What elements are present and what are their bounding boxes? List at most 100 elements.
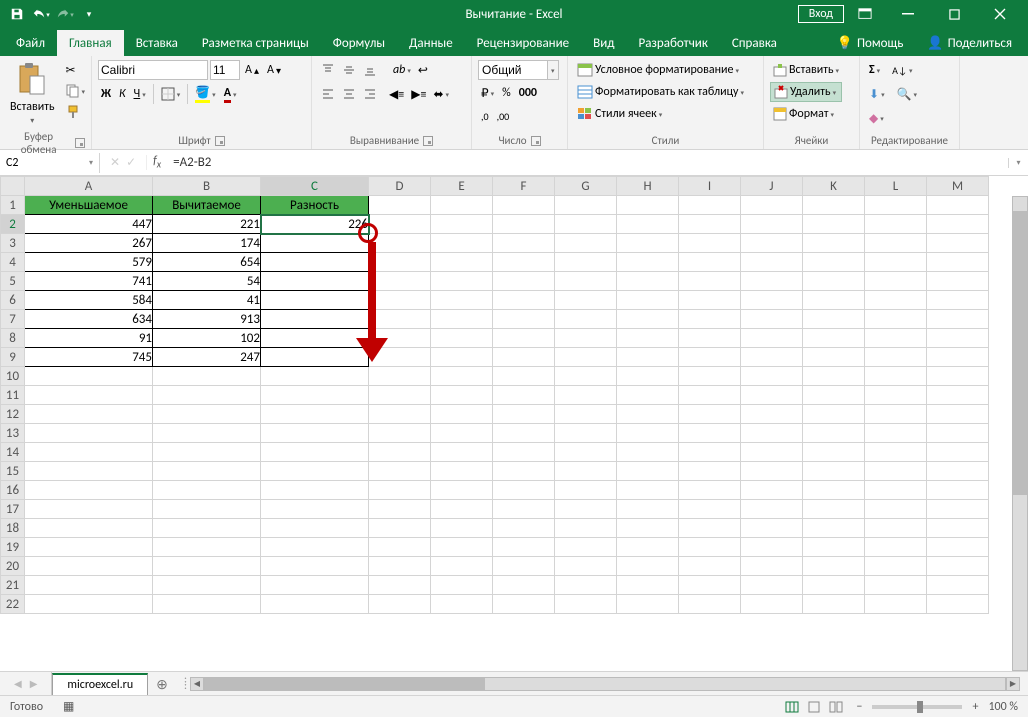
cell-H10[interactable]: [617, 367, 679, 386]
number-launcher[interactable]: [531, 136, 541, 146]
cell-L11[interactable]: [865, 386, 927, 405]
cell-C15[interactable]: [261, 462, 369, 481]
cell-A18[interactable]: [25, 519, 153, 538]
cell-J18[interactable]: [741, 519, 803, 538]
cell-B18[interactable]: [153, 519, 261, 538]
cell-K4[interactable]: [803, 253, 865, 272]
cell-F4[interactable]: [493, 253, 555, 272]
cell-M1[interactable]: [927, 196, 989, 215]
tab-вставка[interactable]: Вставка: [124, 30, 190, 56]
cell-E20[interactable]: [431, 557, 493, 576]
cell-A4[interactable]: 579: [25, 253, 153, 272]
cell-J19[interactable]: [741, 538, 803, 557]
col-header-F[interactable]: F: [493, 177, 555, 196]
cell-E13[interactable]: [431, 424, 493, 443]
cell-G12[interactable]: [555, 405, 617, 424]
cell-H20[interactable]: [617, 557, 679, 576]
cell-M5[interactable]: [927, 272, 989, 291]
cell-K1[interactable]: [803, 196, 865, 215]
col-header-H[interactable]: H: [617, 177, 679, 196]
cell-K6[interactable]: [803, 291, 865, 310]
cell-B14[interactable]: [153, 443, 261, 462]
cell-B9[interactable]: 247: [153, 348, 261, 367]
cell-A3[interactable]: 267: [25, 234, 153, 253]
align-center-button[interactable]: [339, 84, 359, 104]
cell-J7[interactable]: [741, 310, 803, 329]
select-all-cell[interactable]: [1, 177, 25, 196]
cell-E2[interactable]: [431, 215, 493, 234]
cell-B17[interactable]: [153, 500, 261, 519]
cell-D10[interactable]: [369, 367, 431, 386]
cell-M20[interactable]: [927, 557, 989, 576]
cell-G14[interactable]: [555, 443, 617, 462]
cell-A16[interactable]: [25, 481, 153, 500]
row-header-4[interactable]: 4: [1, 253, 25, 272]
row-header-2[interactable]: 2: [1, 215, 25, 234]
cell-H17[interactable]: [617, 500, 679, 519]
cell-D19[interactable]: [369, 538, 431, 557]
autosum-button[interactable]: Σ▾: [866, 60, 883, 80]
cell-M18[interactable]: [927, 519, 989, 538]
cell-B11[interactable]: [153, 386, 261, 405]
cell-M2[interactable]: [927, 215, 989, 234]
cell-B20[interactable]: [153, 557, 261, 576]
cell-K10[interactable]: [803, 367, 865, 386]
cell-A7[interactable]: 634: [25, 310, 153, 329]
cell-E12[interactable]: [431, 405, 493, 424]
wrap-text-button[interactable]: ↩: [415, 60, 431, 80]
cell-F22[interactable]: [493, 595, 555, 614]
cell-L2[interactable]: [865, 215, 927, 234]
cell-K15[interactable]: [803, 462, 865, 481]
cell-F1[interactable]: [493, 196, 555, 215]
cell-E22[interactable]: [431, 595, 493, 614]
cell-E19[interactable]: [431, 538, 493, 557]
cell-A5[interactable]: 741: [25, 272, 153, 291]
cell-I8[interactable]: [679, 329, 741, 348]
cell-F16[interactable]: [493, 481, 555, 500]
cell-D14[interactable]: [369, 443, 431, 462]
cell-A19[interactable]: [25, 538, 153, 557]
cell-K22[interactable]: [803, 595, 865, 614]
row-header-6[interactable]: 6: [1, 291, 25, 310]
row-header-20[interactable]: 20: [1, 557, 25, 576]
cell-M17[interactable]: [927, 500, 989, 519]
cell-I14[interactable]: [679, 443, 741, 462]
cell-G7[interactable]: [555, 310, 617, 329]
cell-E17[interactable]: [431, 500, 493, 519]
cell-K3[interactable]: [803, 234, 865, 253]
align-bottom-button[interactable]: [360, 60, 380, 80]
cell-K2[interactable]: [803, 215, 865, 234]
row-header-14[interactable]: 14: [1, 443, 25, 462]
col-header-C[interactable]: C: [261, 177, 369, 196]
cell-M16[interactable]: [927, 481, 989, 500]
cell-J16[interactable]: [741, 481, 803, 500]
cell-H8[interactable]: [617, 329, 679, 348]
cell-J11[interactable]: [741, 386, 803, 405]
cell-K16[interactable]: [803, 481, 865, 500]
cell-B21[interactable]: [153, 576, 261, 595]
cell-B16[interactable]: [153, 481, 261, 500]
cell-I15[interactable]: [679, 462, 741, 481]
cell-K9[interactable]: [803, 348, 865, 367]
cell-M14[interactable]: [927, 443, 989, 462]
cell-E10[interactable]: [431, 367, 493, 386]
cell-I10[interactable]: [679, 367, 741, 386]
format-as-table-button[interactable]: Форматировать как таблицу▾: [574, 82, 747, 102]
tab-формулы[interactable]: Формулы: [321, 30, 397, 56]
cell-K12[interactable]: [803, 405, 865, 424]
enter-formula-button[interactable]: ✓: [126, 155, 136, 170]
cell-F10[interactable]: [493, 367, 555, 386]
share-button[interactable]: 👤Поделиться: [915, 30, 1024, 56]
row-header-15[interactable]: 15: [1, 462, 25, 481]
cell-C22[interactable]: [261, 595, 369, 614]
percent-button[interactable]: %: [499, 83, 514, 103]
cell-H19[interactable]: [617, 538, 679, 557]
cell-L20[interactable]: [865, 557, 927, 576]
cell-K17[interactable]: [803, 500, 865, 519]
cell-D8[interactable]: [369, 329, 431, 348]
row-header-13[interactable]: 13: [1, 424, 25, 443]
row-header-10[interactable]: 10: [1, 367, 25, 386]
cell-D9[interactable]: [369, 348, 431, 367]
cell-A6[interactable]: 584: [25, 291, 153, 310]
cell-M11[interactable]: [927, 386, 989, 405]
